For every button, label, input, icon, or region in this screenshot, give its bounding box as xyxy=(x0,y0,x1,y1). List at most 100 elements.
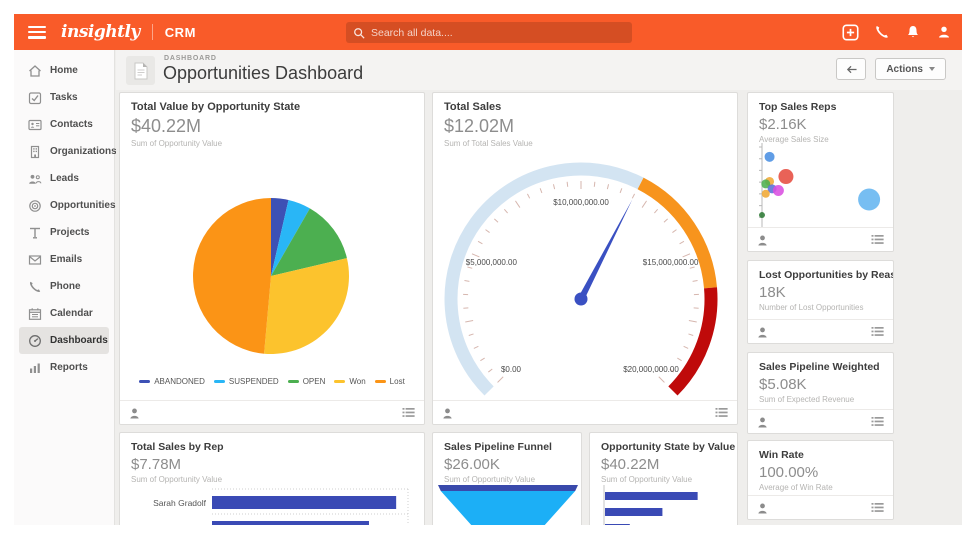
card-sales-pipeline-funnel: Sales Pipeline Funnel $26.00K Sum of Opp… xyxy=(432,432,582,525)
reports-icon xyxy=(30,363,40,373)
main-content: DASHBOARD Opportunities Dashboard Action… xyxy=(116,50,962,525)
sidebar-item-opportunities[interactable]: Opportunities xyxy=(19,192,116,219)
legend-item[interactable]: ABANDONED xyxy=(139,377,205,386)
card-subtitle: Sum of Total Sales Value xyxy=(444,139,533,148)
sidebar-item-label: Home xyxy=(50,65,78,76)
screenshot-frame: insightly CRM Home Tasks Contacts Organizat… xyxy=(0,0,976,538)
sidebar-item-label: Dashboards xyxy=(50,335,108,346)
app-window: insightly CRM Home Tasks Contacts Organizat… xyxy=(14,14,962,525)
card-title: Opportunity State by Value xyxy=(601,441,736,453)
list-menu-icon[interactable] xyxy=(402,407,415,418)
sidebar-item-organizations[interactable]: Organizations xyxy=(19,138,117,165)
leads-icon xyxy=(29,174,42,184)
card-footer xyxy=(748,319,893,343)
phone-icon[interactable] xyxy=(874,24,890,40)
card-total-value-by-opportunity-state: Total Value by Opportunity State $40.22M… xyxy=(119,92,425,425)
card-value: $12.02M xyxy=(444,116,515,136)
chevron-down-icon xyxy=(929,67,935,71)
search-icon xyxy=(354,27,365,39)
header-actions: Actions xyxy=(836,58,946,80)
sidebar-item-label: Leads xyxy=(50,173,79,184)
owner-icon[interactable] xyxy=(442,407,453,419)
list-menu-icon[interactable] xyxy=(871,416,884,427)
card-win-rate: Win Rate 100.00% Average of Win Rate xyxy=(747,440,894,520)
card-sales-pipeline-weighted: Sales Pipeline Weighted $5.08K Sum of Ex… xyxy=(747,352,894,434)
menu-icon[interactable] xyxy=(28,25,46,39)
notifications-bell-icon[interactable] xyxy=(905,24,921,40)
card-value: $40.22M xyxy=(601,456,660,473)
list-menu-icon[interactable] xyxy=(871,234,884,245)
svg-text:$5,000,000.00: $5,000,000.00 xyxy=(466,258,518,267)
list-menu-icon[interactable] xyxy=(871,326,884,337)
card-value: $7.78M xyxy=(131,456,182,473)
sidebar-item-label: Projects xyxy=(50,227,90,238)
dashboards-icon xyxy=(29,334,41,347)
legend-item[interactable]: Lost xyxy=(374,377,405,386)
sidebar-item-dashboards[interactable]: Dashboards xyxy=(19,327,109,354)
owner-icon[interactable] xyxy=(757,234,768,246)
search-input[interactable] xyxy=(371,26,611,39)
legend-item[interactable]: SUSPENDED xyxy=(213,377,279,386)
sidebar-item-calendar[interactable]: Calendar xyxy=(19,300,109,327)
svg-text:$10,000,000.00: $10,000,000.00 xyxy=(553,198,609,207)
card-title: Top Sales Reps xyxy=(759,101,837,113)
card-footer xyxy=(748,495,893,519)
user-avatar-icon[interactable] xyxy=(936,24,952,40)
card-title: Win Rate xyxy=(759,449,804,461)
card-footer xyxy=(433,400,737,424)
sidebar-item-leads[interactable]: Leads xyxy=(19,165,109,192)
card-opportunity-state-by-value: Opportunity State by Value $40.22M Sum o… xyxy=(589,432,738,525)
legend-item[interactable]: OPEN xyxy=(287,377,325,386)
sidebar-item-projects[interactable]: Projects xyxy=(19,219,109,246)
page-header: DASHBOARD Opportunities Dashboard Action… xyxy=(116,50,962,90)
product-label: CRM xyxy=(164,24,196,40)
topbar-icons xyxy=(842,14,952,50)
sidebar-item-reports[interactable]: Reports xyxy=(19,354,109,381)
card-subtitle: Sum of Opportunity Value xyxy=(131,475,223,484)
card-value: $2.16K xyxy=(759,116,807,133)
sidebar-item-label: Calendar xyxy=(50,308,93,319)
svg-text:$15,000,000.00: $15,000,000.00 xyxy=(643,258,699,267)
sidebar-item-tasks[interactable]: Tasks xyxy=(19,84,109,111)
sidebar-item-home[interactable]: Home xyxy=(19,57,109,84)
sidebar-item-emails[interactable]: Emails xyxy=(19,246,109,273)
sidebar-item-label: Emails xyxy=(50,254,83,265)
home-icon xyxy=(29,64,41,77)
card-top-sales-reps: Top Sales Reps $2.16K Average Sales Size xyxy=(747,92,894,252)
list-menu-icon[interactable] xyxy=(715,407,728,418)
back-button[interactable] xyxy=(836,58,867,80)
emails-icon xyxy=(28,254,42,265)
actions-button[interactable]: Actions xyxy=(875,58,946,80)
card-footer xyxy=(120,400,424,424)
pie-legend: ABANDONED SUSPENDED OPEN Won Lost xyxy=(120,377,424,386)
sidebar-item-label: Organizations xyxy=(50,146,117,157)
topbar-divider xyxy=(151,24,153,40)
contacts-icon xyxy=(28,119,42,130)
owner-icon[interactable] xyxy=(757,416,768,428)
dashboard-page-icon xyxy=(126,56,155,85)
card-footer xyxy=(748,409,893,433)
sidebar-item-contacts[interactable]: Contacts xyxy=(19,111,109,138)
card-value: 100.00% xyxy=(759,464,819,481)
phone-icon xyxy=(29,281,41,292)
sidebar-item-label: Opportunities xyxy=(50,200,116,211)
svg-text:$20,000,000.00: $20,000,000.00 xyxy=(623,365,679,374)
sidebar-item-label: Tasks xyxy=(50,92,78,103)
card-lost-opportunities-by-reason: Lost Opportunities by Reason 18K Number … xyxy=(747,260,894,344)
owner-icon[interactable] xyxy=(757,502,768,514)
organizations-icon xyxy=(30,145,40,158)
sidebar-item-phone[interactable]: Phone xyxy=(19,273,109,300)
actions-button-label: Actions xyxy=(886,63,923,75)
owner-icon[interactable] xyxy=(757,326,768,338)
card-subtitle: Sum of Opportunity Value xyxy=(131,139,223,148)
legend-item[interactable]: Won xyxy=(334,377,366,386)
insightly-logo[interactable]: insightly xyxy=(61,22,140,42)
card-title: Sales Pipeline Weighted xyxy=(759,361,880,373)
card-total-sales: Total Sales $12.02M Sum of Total Sales V… xyxy=(432,92,738,425)
list-menu-icon[interactable] xyxy=(871,502,884,513)
search-box[interactable] xyxy=(346,22,632,43)
owner-icon[interactable] xyxy=(129,407,140,419)
card-subtitle: Average Sales Size xyxy=(759,135,829,144)
sidebar-item-label: Contacts xyxy=(50,119,93,130)
add-icon[interactable] xyxy=(842,23,859,41)
